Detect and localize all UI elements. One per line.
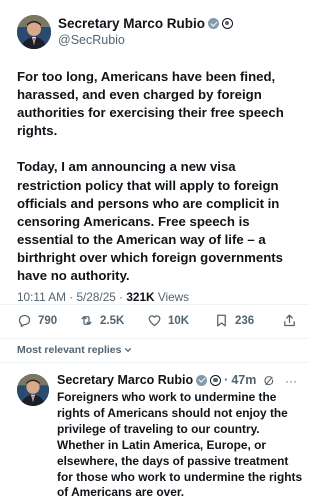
reply-avatar[interactable] bbox=[17, 374, 49, 406]
reply-icon bbox=[18, 314, 31, 328]
chevron-down-icon bbox=[125, 347, 132, 353]
divider bbox=[0, 304, 309, 305]
tweet-meta: 10:11 AM · 5/28/25 · 321K Views bbox=[17, 290, 189, 304]
bookmark-count: 236 bbox=[235, 314, 255, 327]
action-bar: 790 2.5K 10K 236 bbox=[17, 313, 299, 331]
divider bbox=[0, 338, 309, 339]
like-count: 10K bbox=[168, 314, 190, 327]
grok-icon[interactable] bbox=[263, 375, 275, 387]
reply-header: Secretary Marco Rubio · 47m bbox=[57, 373, 256, 387]
avatar-image bbox=[17, 15, 51, 49]
replies-sort-label: Most relevant replies bbox=[17, 344, 122, 356]
reply-age[interactable]: 47m bbox=[231, 373, 256, 387]
more-icon[interactable]: ··· bbox=[285, 374, 297, 388]
views-label: Views bbox=[157, 290, 190, 304]
author-name-text: Secretary Marco Rubio bbox=[58, 16, 206, 31]
repost-icon bbox=[81, 316, 92, 325]
author-handle[interactable]: @SecRubio bbox=[58, 33, 125, 47]
reply-separator: · bbox=[224, 373, 229, 387]
government-seal-icon[interactable] bbox=[210, 374, 222, 386]
replies-sort-dropdown[interactable]: Most relevant replies bbox=[17, 344, 132, 356]
like-icon bbox=[148, 315, 161, 327]
share-icon bbox=[284, 314, 295, 327]
reply-button[interactable]: 790 bbox=[17, 313, 57, 328]
avatar-image bbox=[17, 374, 49, 406]
reply-text: Foreigners who work to undermine the rig… bbox=[57, 390, 303, 500]
share-button[interactable] bbox=[282, 313, 297, 328]
reply-count: 790 bbox=[38, 314, 58, 327]
repost-count: 2.5K bbox=[100, 314, 125, 327]
avatar[interactable] bbox=[17, 15, 51, 49]
reply-tweet[interactable]: Secretary Marco Rubio · 47m ··· Foreigne… bbox=[0, 370, 309, 500]
bookmark-icon bbox=[217, 314, 226, 327]
divider bbox=[0, 362, 309, 363]
reply-tools: ··· bbox=[263, 374, 297, 388]
tweet-time[interactable]: 10:11 AM bbox=[17, 290, 66, 304]
verified-badge-icon[interactable] bbox=[196, 374, 208, 386]
government-seal-icon[interactable] bbox=[222, 18, 234, 29]
author-name[interactable]: Secretary Marco Rubio bbox=[58, 16, 234, 31]
tweet-text: For too long, Americans have been fined,… bbox=[17, 69, 284, 284]
verified-badge-icon[interactable] bbox=[208, 18, 220, 29]
views-count: 321K bbox=[126, 290, 155, 304]
bookmark-button[interactable]: 236 bbox=[214, 313, 254, 328]
tweet-date[interactable]: 5/28/25 bbox=[76, 290, 115, 304]
reply-author-name[interactable]: Secretary Marco Rubio bbox=[57, 373, 193, 387]
repost-button[interactable]: 2.5K bbox=[79, 313, 124, 328]
like-button[interactable]: 10K bbox=[147, 313, 189, 328]
